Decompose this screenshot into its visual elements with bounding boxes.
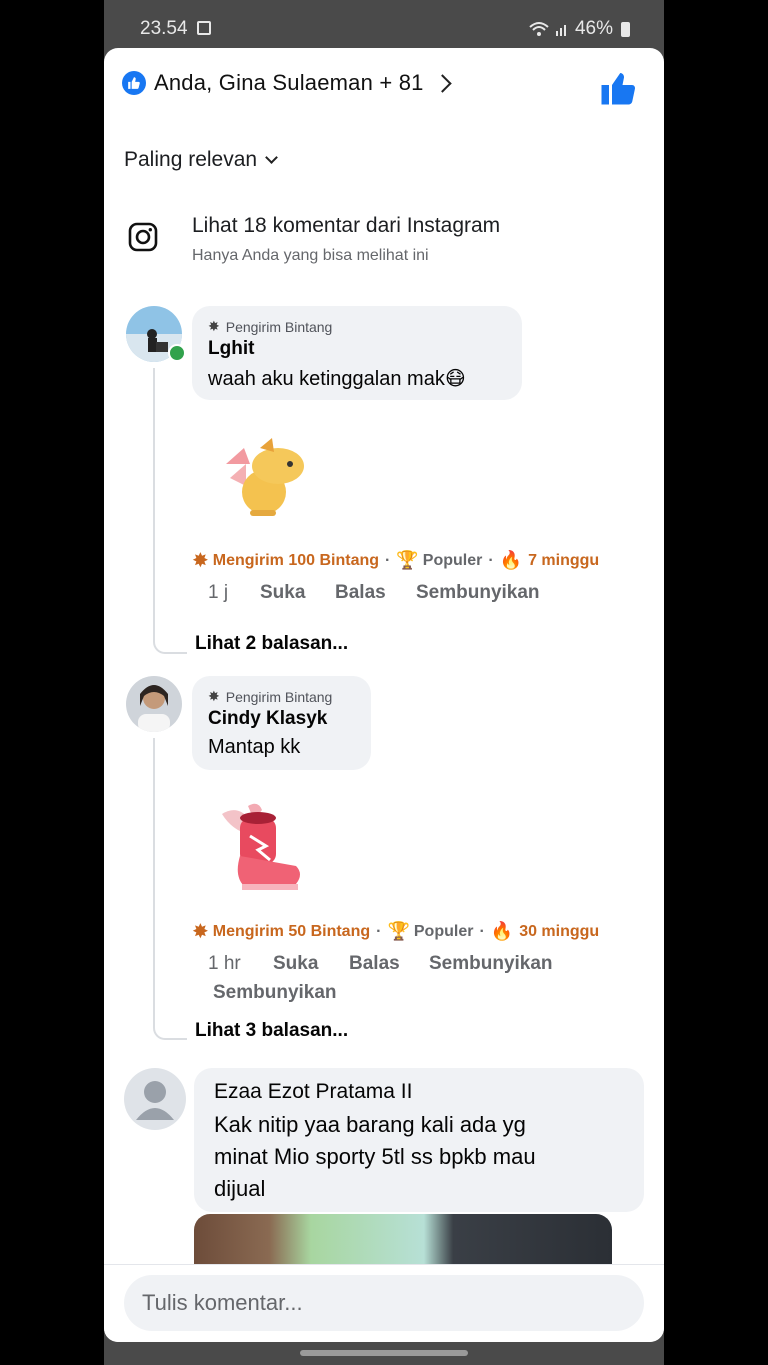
comment-author[interactable]: Ezaa Ezot Pratama II: [214, 1080, 412, 1104]
star-activity-row: ✸ Mengirim 50 Bintang · 🏆 Populer · 🔥 30…: [192, 921, 600, 943]
flame-icon: 🔥: [499, 550, 523, 570]
comment-text: Mantap kk: [208, 736, 301, 758]
like-reaction-icon: [122, 71, 146, 95]
comments-sheet: Anda, Gina Sulaeman + 81 Paling relevan …: [104, 48, 664, 1342]
instagram-icon: [128, 222, 158, 252]
reactions-summary[interactable]: Anda, Gina Sulaeman + 81: [122, 70, 452, 96]
battery-text: 46%: [574, 18, 613, 39]
reactions-summary-text: Anda, Gina Sulaeman + 81: [154, 70, 424, 95]
status-time: 23.54: [140, 18, 188, 39]
thread-line: [153, 368, 187, 654]
avatar[interactable]: [124, 1068, 186, 1130]
comment-text-line: minat Mio sporty 5tl ss bpkb mau: [214, 1144, 536, 1169]
composer-bar: [104, 1264, 664, 1342]
star-sender-icon: ✸: [208, 688, 220, 704]
star-sender-badge: Pengirim Bintang: [225, 688, 333, 705]
instagram-subtitle: Hanya Anda yang bisa melihat ini: [192, 247, 429, 264]
status-bar: 23.54 46%: [104, 0, 664, 50]
comment-bubble[interactable]: ✸ Pengirim Bintang Cindy Klasyk Mantap k…: [192, 676, 371, 770]
stars-sent-icon: ✸: [192, 550, 209, 572]
winged-shoe-sticker: [222, 803, 300, 890]
wifi-icon: [529, 22, 549, 36]
popular-label: Populer: [413, 922, 474, 940]
dragon-sticker: [226, 438, 304, 516]
avatar[interactable]: [126, 676, 182, 732]
hide-button[interactable]: Sembunyikan: [429, 953, 553, 975]
gallery-notification-icon: [197, 21, 211, 35]
online-status-dot: [168, 344, 186, 362]
battery-icon: [621, 21, 630, 37]
thread-line: [153, 738, 187, 1040]
star-sender-icon: ✸: [208, 318, 220, 334]
home-indicator[interactable]: [300, 1350, 468, 1356]
like-comment-button[interactable]: Suka: [260, 582, 305, 604]
view-replies-link[interactable]: Lihat 2 balasan...: [195, 633, 348, 655]
view-replies-link[interactable]: Lihat 3 balasan...: [195, 1020, 348, 1042]
comment-text: waah aku ketinggalan mak😷: [208, 368, 466, 390]
hide-button[interactable]: Sembunyikan: [416, 582, 540, 604]
like-comment-button[interactable]: Suka: [273, 953, 318, 975]
streak-text: 7 minggu: [528, 551, 600, 569]
like-button[interactable]: [600, 70, 636, 106]
reply-button[interactable]: Balas: [349, 953, 400, 975]
comment-time: 1 hr: [208, 953, 241, 974]
comment-text-line: dijual: [214, 1176, 266, 1201]
sort-dropdown[interactable]: Paling relevan: [124, 148, 278, 172]
comment-author[interactable]: Cindy Klasyk: [208, 708, 327, 730]
streak-text: 30 minggu: [519, 922, 600, 940]
chevron-right-icon: [432, 73, 452, 93]
star-activity-row: ✸ Mengirim 100 Bintang · 🏆 Populer · 🔥 7…: [192, 550, 600, 572]
comment-bubble[interactable]: ✸ Pengirim Bintang Lghit waah aku keting…: [192, 306, 522, 400]
popular-label: Populer: [422, 551, 483, 569]
trophy-icon: 🏆: [396, 550, 419, 570]
comment-author[interactable]: Lghit: [208, 338, 254, 360]
star-sender-badge: Pengirim Bintang: [225, 318, 333, 335]
chevron-down-icon: [265, 151, 278, 164]
sort-label: Paling relevan: [124, 148, 258, 171]
comment-time: 1 j: [208, 582, 229, 603]
reply-button[interactable]: Balas: [335, 582, 386, 604]
stars-sent-text: Mengirim 50 Bintang: [212, 922, 371, 940]
flame-icon: 🔥: [490, 921, 514, 941]
stars-sent-text: Mengirim 100 Bintang: [212, 551, 380, 569]
trophy-icon: 🏆: [387, 921, 410, 941]
comment-text-line: Kak nitip yaa barang kali ada yg: [214, 1112, 526, 1137]
signal-icon: [555, 25, 566, 36]
hide-button[interactable]: Sembunyikan: [213, 982, 337, 1004]
comment-input[interactable]: [124, 1275, 644, 1331]
stars-sent-icon: ✸: [192, 921, 209, 943]
comment-bubble[interactable]: Ezaa Ezot Pratama II Kak nitip yaa baran…: [194, 1068, 644, 1212]
instagram-title: Lihat 18 komentar dari Instagram: [192, 214, 501, 237]
